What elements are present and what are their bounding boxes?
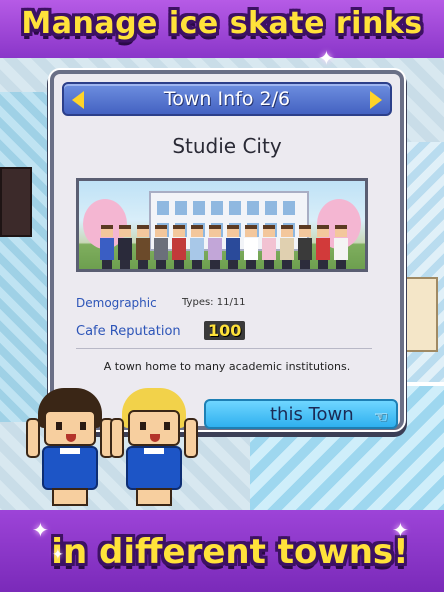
bottom-banner-text: in different towns!	[51, 532, 409, 572]
chevron-left-icon[interactable]	[72, 91, 84, 109]
resident	[261, 225, 277, 269]
town-description: A town home to many academic institution…	[103, 360, 351, 373]
cafe-reputation-label: Cafe Reputation	[76, 324, 181, 339]
resident	[135, 225, 151, 269]
top-banner: Manage ice skate rinks	[0, 0, 444, 58]
mascot-boy	[26, 388, 114, 508]
demographic-label: Demographic	[76, 296, 157, 310]
dialog-title: Town Info 2/6	[163, 88, 291, 110]
resident	[117, 225, 133, 269]
sparkle-icon: ✦	[318, 46, 335, 70]
select-town-button[interactable]: this Town ☜	[204, 399, 398, 429]
chevron-right-icon[interactable]	[370, 91, 382, 109]
top-banner-text: Manage ice skate rinks	[21, 6, 423, 41]
town-photo	[76, 178, 368, 272]
resident	[153, 225, 169, 269]
types-count: Types: 11/11	[182, 297, 246, 308]
resident	[207, 225, 223, 269]
resident	[297, 225, 313, 269]
scene-shop	[398, 277, 438, 352]
pointing-hand-icon: ☜	[373, 407, 388, 426]
resident	[99, 225, 115, 269]
city-name: Studie City	[172, 134, 282, 158]
resident	[243, 225, 259, 269]
bottom-banner: in different towns!	[0, 510, 444, 592]
resident	[189, 225, 205, 269]
residents-group	[99, 211, 349, 269]
cafe-reputation-value: 100	[204, 321, 246, 340]
divider	[76, 348, 372, 349]
sparkle-icon: ✦	[32, 518, 49, 542]
resident	[279, 225, 295, 269]
town-info-dialog: Town Info 2/6 Studie City Demographic Ty…	[50, 70, 404, 430]
sparkle-icon: ✦	[392, 518, 409, 542]
sparkle-icon: ✦	[52, 547, 64, 563]
resident	[225, 225, 241, 269]
scene-machine	[0, 167, 32, 237]
resident	[171, 225, 187, 269]
mascot-girl	[110, 388, 198, 508]
dialog-header: Town Info 2/6	[62, 82, 392, 116]
select-town-label: this Town	[270, 404, 354, 425]
resident	[315, 225, 331, 269]
resident	[333, 225, 349, 269]
